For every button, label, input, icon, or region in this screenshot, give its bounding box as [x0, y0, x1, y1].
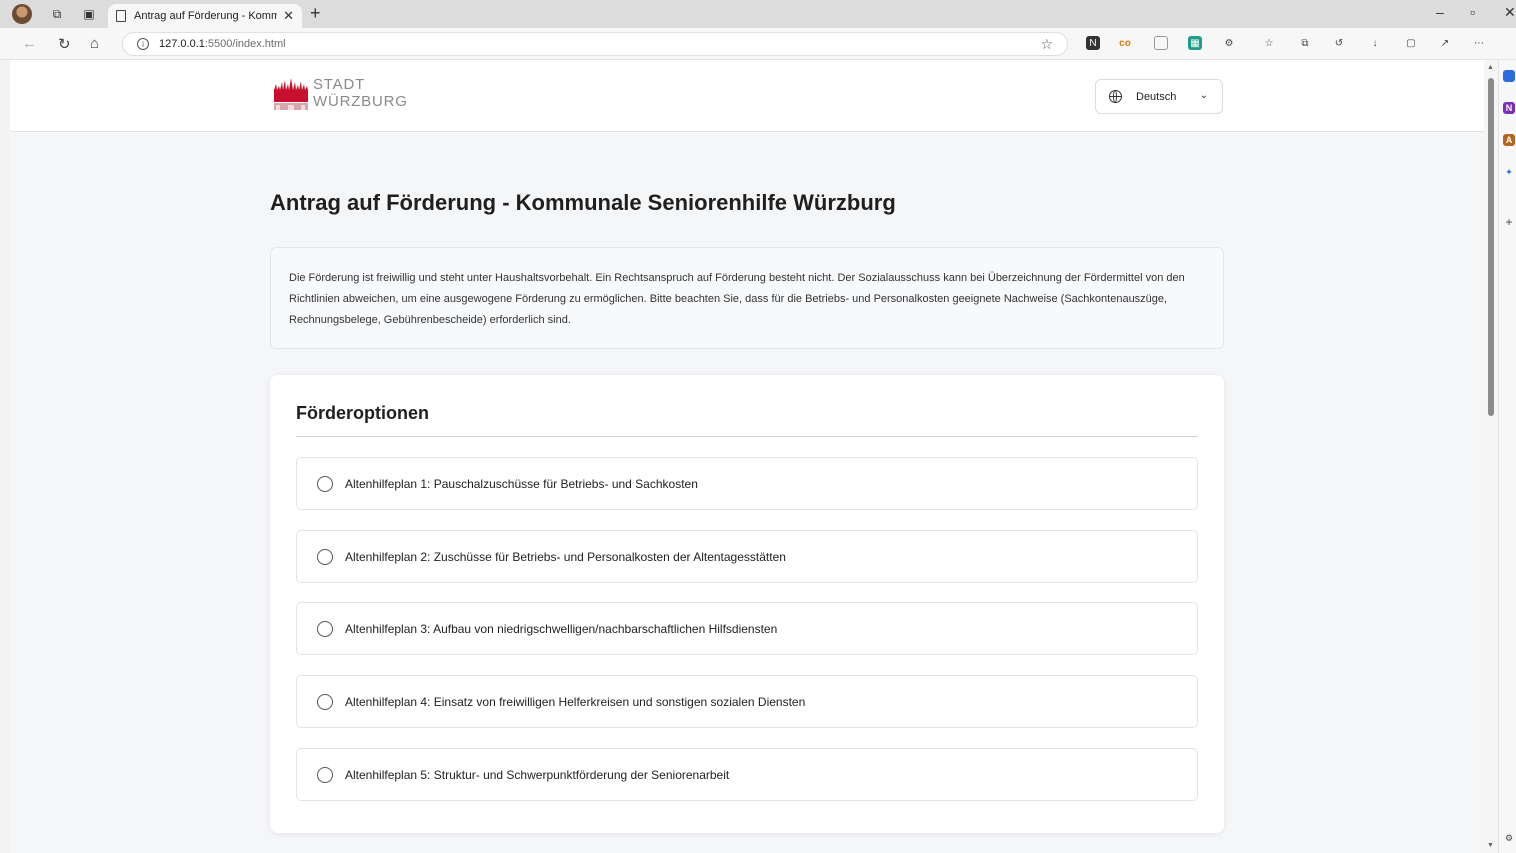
favorite-star-icon[interactable]: ☆ — [1040, 36, 1053, 53]
minimize-icon[interactable]: – — [1436, 4, 1444, 20]
radio-button[interactable] — [317, 766, 333, 783]
extension-grid-icon[interactable]: ▦ — [1188, 36, 1202, 50]
browser-toolbar: ← ↻ ⌂ i 127.0.0.1 :5500/index.html ☆ N c… — [0, 28, 1516, 60]
radio-button[interactable] — [317, 620, 333, 637]
option-label: Altenhilfeplan 4: Einsatz von freiwillig… — [345, 694, 806, 709]
sidebar-translate-icon[interactable]: A — [1503, 134, 1515, 146]
sidebar-settings-icon[interactable]: ⚙ — [1503, 832, 1515, 844]
option-label: Altenhilfeplan 5: Struktur- und Schwerpu… — [345, 767, 730, 782]
restore-icon[interactable]: ▫ — [1470, 4, 1475, 20]
scroll-up-icon[interactable]: ▲ — [1487, 64, 1494, 71]
favorites-icon[interactable]: ☆ — [1262, 36, 1276, 50]
language-label: Deutsch — [1136, 90, 1177, 103]
globe-icon — [1108, 89, 1122, 103]
option-label: Altenhilfeplan 3: Aufbau von niedrigschw… — [345, 621, 778, 636]
scroll-down-icon[interactable]: ▼ — [1487, 842, 1494, 849]
history-icon[interactable]: ↺ — [1332, 36, 1346, 50]
browser-sidebar: N A ✦ + ⚙ — [1498, 60, 1516, 853]
divider — [296, 436, 1198, 437]
web-page: STADT WÜRZBURG Deutsch ⌄ Antrag auf Förd… — [10, 60, 1484, 853]
page-title: Antrag auf Förderung - Kommunale Seniore… — [270, 190, 896, 215]
funding-option-3[interactable]: Altenhilfeplan 3: Aufbau von niedrigschw… — [296, 602, 1198, 655]
extension-n-icon[interactable]: N — [1086, 36, 1100, 50]
options-heading: Förderoptionen — [296, 403, 429, 423]
browser-tab-active[interactable]: Antrag auf Förderung - Kommuna ✕ — [108, 4, 302, 28]
radio-button[interactable] — [317, 548, 333, 565]
profile-avatar[interactable] — [12, 4, 32, 24]
workspaces-icon[interactable]: ⧉ — [48, 5, 66, 23]
page-icon — [116, 10, 126, 22]
reload-icon[interactable]: ↻ — [58, 35, 71, 53]
tab-actions-icon[interactable]: ▣ — [80, 5, 98, 23]
url-path: :5500/index.html — [204, 38, 286, 50]
funding-option-4[interactable]: Altenhilfeplan 4: Einsatz von freiwillig… — [296, 675, 1198, 728]
browser-tab-bar: ⧉ ▣ Antrag auf Förderung - Kommuna ✕ + –… — [0, 0, 1516, 28]
city-skyline-logo-icon — [274, 78, 308, 110]
extensions-icon[interactable]: ⚙ — [1222, 36, 1236, 50]
more-menu-icon[interactable]: ⋯ — [1472, 36, 1486, 50]
sidebar-sparkle-icon[interactable]: ✦ — [1503, 166, 1515, 178]
sidebar-add-icon[interactable]: + — [1503, 215, 1515, 229]
funding-options-card: Förderoptionen Altenhilfeplan 1: Pauscha… — [270, 375, 1224, 833]
close-tab-icon[interactable]: ✕ — [283, 8, 294, 24]
window-close-icon[interactable]: ✕ — [1504, 4, 1516, 21]
page-scrollbar[interactable]: ▲ ▼ — [1484, 60, 1498, 853]
logo-text-wuerzburg: WÜRZBURG — [313, 93, 408, 110]
site-info-icon[interactable]: i — [137, 38, 149, 50]
back-icon[interactable]: ← — [22, 35, 37, 52]
language-selector[interactable]: Deutsch ⌄ — [1095, 79, 1223, 114]
tab-title: Antrag auf Förderung - Kommuna — [134, 10, 278, 22]
radio-button[interactable] — [317, 693, 333, 710]
chevron-down-icon: ⌄ — [1199, 90, 1208, 101]
funding-option-1[interactable]: Altenhilfeplan 1: Pauschalzuschüsse für … — [296, 457, 1198, 510]
scrollbar-thumb[interactable] — [1488, 78, 1494, 416]
new-tab-icon[interactable]: + — [310, 3, 321, 24]
extension-co-icon[interactable]: co — [1118, 36, 1132, 50]
funding-notice: Die Förderung ist freiwillig und steht u… — [270, 247, 1224, 349]
option-label: Altenhilfeplan 1: Pauschalzuschüsse für … — [345, 476, 698, 491]
funding-option-5[interactable]: Altenhilfeplan 5: Struktur- und Schwerpu… — [296, 748, 1198, 801]
url-host: 127.0.0.1 — [159, 38, 205, 50]
logo-text-stadt: STADT — [313, 76, 366, 93]
funding-option-2[interactable]: Altenhilfeplan 2: Zuschüsse für Betriebs… — [296, 530, 1198, 583]
downloads-icon[interactable]: ↓ — [1368, 36, 1382, 50]
city-logo[interactable]: STADT WÜRZBURG — [274, 76, 408, 110]
sidebar-onenote-icon[interactable]: N — [1503, 102, 1515, 114]
sidebar-copilot-icon[interactable] — [1503, 70, 1515, 82]
screenshot-icon[interactable]: ▢ — [1404, 36, 1418, 50]
radio-button[interactable] — [317, 475, 333, 492]
collections-icon[interactable]: ⧉ — [1298, 36, 1312, 50]
home-icon[interactable]: ⌂ — [90, 35, 99, 52]
site-header: STADT WÜRZBURG Deutsch ⌄ — [10, 60, 1484, 132]
extension-doc-icon[interactable] — [1154, 36, 1168, 50]
share-icon[interactable]: ↗ — [1438, 36, 1452, 50]
address-bar[interactable]: i 127.0.0.1 :5500/index.html ☆ — [122, 32, 1068, 56]
option-label: Altenhilfeplan 2: Zuschüsse für Betriebs… — [345, 549, 786, 564]
